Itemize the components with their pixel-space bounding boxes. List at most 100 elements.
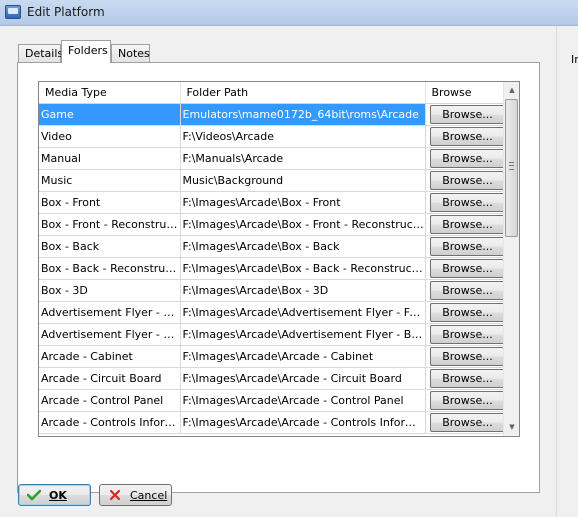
media-type-cell[interactable]: Arcade - Control Panel (39, 389, 181, 412)
right-pane: In (556, 26, 578, 517)
folder-path-cell[interactable]: Music\Background (180, 169, 426, 192)
x-icon (109, 489, 121, 501)
cancel-button[interactable]: Cancel (99, 484, 172, 506)
media-type-cell[interactable]: Arcade - Controls Inform... (39, 411, 181, 434)
browse-cell: Browse... (425, 169, 506, 192)
vertical-scrollbar[interactable]: ▲ ▼ (503, 82, 519, 436)
browse-cell: Browse... (425, 147, 506, 170)
table-row[interactable]: Box - 3D F:\Images\Arcade\Box - 3D Browse.… (39, 279, 506, 302)
table-row[interactable]: Video F:\Videos\Arcade Browse... (39, 125, 506, 148)
tab-folders[interactable]: Folders (61, 40, 111, 63)
ok-button[interactable]: OK (18, 484, 91, 506)
media-type-cell[interactable]: Advertisement Flyer - Back (39, 323, 181, 346)
browse-cell: Browse... (425, 103, 506, 126)
ok-button-label: OK (49, 488, 67, 502)
browse-cell: Browse... (425, 191, 506, 214)
title-bar[interactable]: Edit Platform (0, 0, 578, 26)
table-row[interactable]: Box - Back - Reconstructed F:\Images\Arca… (39, 257, 506, 280)
scroll-up-arrow-icon[interactable]: ▲ (504, 82, 519, 99)
right-pane-label: In (571, 53, 578, 66)
browse-button[interactable]: Browse... (429, 237, 504, 256)
browse-button[interactable]: Browse... (429, 193, 504, 212)
folder-path-cell[interactable]: Emulators\mame0172b_64bit\roms\Arcade (180, 103, 426, 126)
folder-path-cell[interactable]: F:\Videos\Arcade (180, 125, 426, 148)
folder-path-cell[interactable]: F:\Images\Arcade\Box - Back (180, 235, 426, 258)
folder-path-cell[interactable]: F:\Images\Arcade\Box - Back - Reconstruc… (180, 257, 426, 280)
browse-button[interactable]: Browse... (429, 105, 504, 124)
table-row[interactable]: Game Emulators\mame0172b_64bit\roms\Arcad… (39, 103, 506, 126)
folder-path-cell[interactable]: F:\Images\Arcade\Box - 3D (180, 279, 426, 302)
browse-cell: Browse... (425, 125, 506, 148)
table-row[interactable]: Arcade - Circuit Board F:\Images\Arcade\A… (39, 367, 506, 390)
table-row[interactable]: Box - Front F:\Images\Arcade\Box - Front B… (39, 191, 506, 214)
media-type-cell[interactable]: Video (39, 125, 181, 148)
window-title: Edit Platform (27, 5, 105, 19)
tab-details[interactable]: Details (18, 44, 63, 62)
folder-path-cell[interactable]: F:\Images\Arcade\Advertisement Flyer - B… (180, 323, 426, 346)
table-row[interactable]: Manual F:\Manuals\Arcade Browse... (39, 147, 506, 170)
folder-path-cell[interactable]: F:\Images\Arcade\Arcade - Circuit Board (180, 367, 426, 390)
grid-body: Game Emulators\mame0172b_64bit\roms\Arcad… (39, 103, 506, 434)
folder-path-cell[interactable]: F:\Images\Arcade\Arcade - Control Panel (180, 389, 426, 412)
browse-button[interactable]: Browse... (429, 347, 504, 366)
table-row[interactable]: Advertisement Flyer - Back F:\Images\Arca… (39, 323, 506, 346)
browse-cell: Browse... (425, 367, 506, 390)
browse-cell: Browse... (425, 345, 506, 368)
media-type-cell[interactable]: Advertisement Flyer - Front (39, 301, 181, 324)
table-row[interactable]: Music Music\Background Browse... (39, 169, 506, 192)
browse-cell: Browse... (425, 235, 506, 258)
column-header-browse[interactable]: Browse (425, 82, 506, 104)
browse-button[interactable]: Browse... (429, 391, 504, 410)
scroll-thumb[interactable] (505, 99, 518, 237)
table-row[interactable]: Arcade - Controls Inform... F:\Images\Arc… (39, 411, 506, 434)
folder-path-cell[interactable]: F:\Images\Arcade\Arcade - Controls Infor… (180, 411, 426, 434)
browse-button[interactable]: Browse... (429, 149, 504, 168)
media-type-cell[interactable]: Manual (39, 147, 181, 170)
browse-cell: Browse... (425, 323, 506, 346)
scroll-down-arrow-icon[interactable]: ▼ (504, 419, 519, 436)
browse-button[interactable]: Browse... (429, 325, 504, 344)
media-type-cell[interactable]: Music (39, 169, 181, 192)
media-type-cell[interactable]: Game (39, 103, 181, 126)
media-type-cell[interactable]: Box - Front (39, 191, 181, 214)
browse-button[interactable]: Browse... (429, 215, 504, 234)
column-header-folder-path[interactable]: Folder Path (180, 82, 426, 104)
grip-icon (509, 162, 514, 170)
browse-cell: Browse... (425, 301, 506, 324)
window-body: Details Folders Notes Media Type Folder … (0, 26, 578, 517)
browse-button[interactable]: Browse... (429, 281, 504, 300)
browse-cell: Browse... (425, 279, 506, 302)
folder-path-cell[interactable]: F:\Images\Arcade\Box - Front - Reconstru… (180, 213, 426, 236)
media-type-cell[interactable]: Box - 3D (39, 279, 181, 302)
media-type-cell[interactable]: Arcade - Cabinet (39, 345, 181, 368)
browse-cell: Browse... (425, 257, 506, 280)
folder-path-cell[interactable]: F:\Images\Arcade\Advertisement Flyer - F… (180, 301, 426, 324)
monitor-icon (5, 5, 21, 19)
browse-button[interactable]: Browse... (429, 413, 504, 432)
browse-button[interactable]: Browse... (429, 259, 504, 278)
table-row[interactable]: Arcade - Cabinet F:\Images\Arcade\Arcade … (39, 345, 506, 368)
browse-cell: Browse... (425, 389, 506, 412)
browse-button[interactable]: Browse... (429, 303, 504, 322)
table-row[interactable]: Box - Front - Reconstructed F:\Images\Arc… (39, 213, 506, 236)
tab-notes[interactable]: Notes (111, 44, 150, 62)
media-type-cell[interactable]: Box - Back - Reconstructed (39, 257, 181, 280)
folder-path-cell[interactable]: F:\Manuals\Arcade (180, 147, 426, 170)
media-type-cell[interactable]: Box - Front - Reconstructed (39, 213, 181, 236)
cancel-button-label: Cancel (130, 488, 168, 502)
browse-button[interactable]: Browse... (429, 127, 504, 146)
browse-button[interactable]: Browse... (429, 171, 504, 190)
column-header-media-type[interactable]: Media Type (39, 82, 181, 104)
table-row[interactable]: Arcade - Control Panel F:\Images\Arcade\A… (39, 389, 506, 412)
browse-button[interactable]: Browse... (429, 369, 504, 388)
folder-path-cell[interactable]: F:\Images\Arcade\Box - Front (180, 191, 426, 214)
folders-grid[interactable]: Media Type Folder Path Browse Game Emulat… (38, 81, 520, 437)
folders-table: Media Type Folder Path Browse Game Emulat… (39, 82, 506, 434)
table-row[interactable]: Box - Back F:\Images\Arcade\Box - Back Bro… (39, 235, 506, 258)
header-row: Media Type Folder Path Browse (39, 82, 506, 104)
browse-cell: Browse... (425, 411, 506, 434)
media-type-cell[interactable]: Arcade - Circuit Board (39, 367, 181, 390)
media-type-cell[interactable]: Box - Back (39, 235, 181, 258)
folder-path-cell[interactable]: F:\Images\Arcade\Arcade - Cabinet (180, 345, 426, 368)
table-row[interactable]: Advertisement Flyer - Front F:\Images\Arc… (39, 301, 506, 324)
